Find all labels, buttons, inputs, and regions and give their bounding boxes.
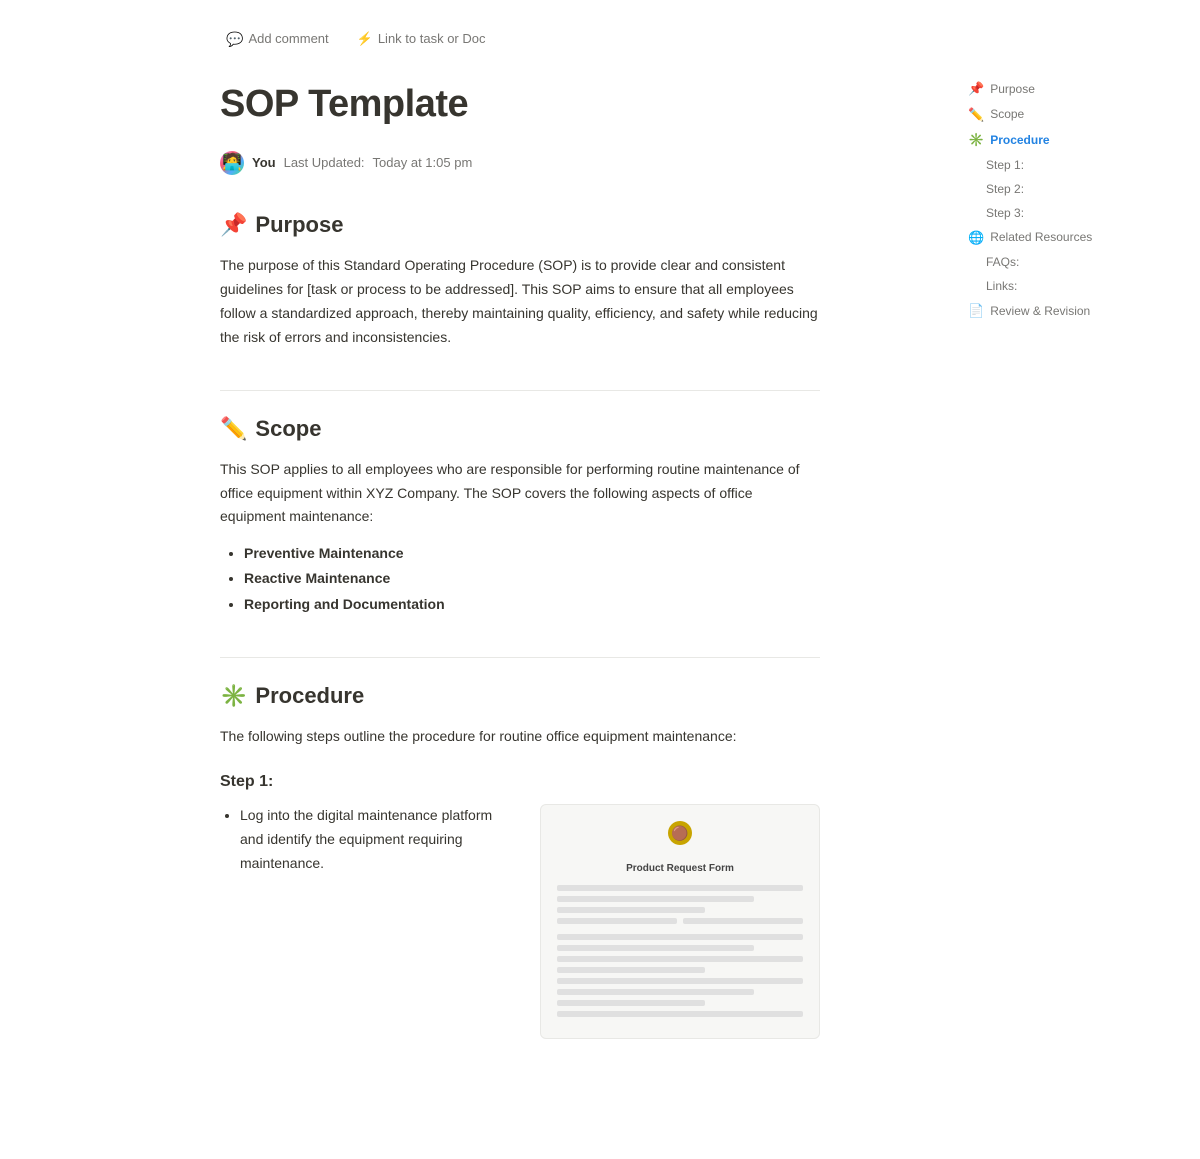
form-line <box>557 945 754 951</box>
toc-item-faqs:[interactable]: FAQs: <box>960 250 1180 274</box>
form-line <box>557 1011 803 1017</box>
toc-emoji: 📌 <box>968 79 984 99</box>
toc-emoji: 🌐 <box>968 228 984 248</box>
last-updated-value: Today at 1:05 pm <box>373 153 473 174</box>
list-item: Reactive Maintenance <box>244 566 820 591</box>
toc-label: Links: <box>986 277 1017 295</box>
toc-item-related-resources[interactable]: 🌐 Related Resources <box>960 225 1180 251</box>
toc-label: Step 1: <box>986 156 1024 174</box>
form-line <box>683 918 803 924</box>
form-line <box>557 1000 705 1006</box>
page-title: SOP Template <box>220 74 820 135</box>
step-1-text: Log into the digital maintenance platfor… <box>220 804 516 875</box>
list-item: Reporting and Documentation <box>244 592 820 617</box>
toc-label: Scope <box>990 105 1024 123</box>
divider-2 <box>220 657 820 658</box>
list-item: Preventive Maintenance <box>244 541 820 566</box>
toc-item-step-3:[interactable]: Step 3: <box>960 201 1180 225</box>
purpose-text: The purpose of this Standard Operating P… <box>220 254 820 349</box>
toc-label: Procedure <box>990 131 1049 149</box>
procedure-emoji: ✳️ <box>220 678 247 713</box>
form-row <box>557 918 803 929</box>
toc-item-scope[interactable]: ✏️ Scope <box>960 102 1180 128</box>
procedure-heading: ✳️ Procedure <box>220 678 820 713</box>
toc-item-step-2:[interactable]: Step 2: <box>960 177 1180 201</box>
scope-heading: ✏️ Scope <box>220 411 820 446</box>
form-image: 🟤 Product Request Form <box>540 804 820 1039</box>
last-updated-label: Last Updated: <box>284 153 365 174</box>
author-name: You <box>252 153 276 174</box>
procedure-intro: The following steps outline the procedur… <box>220 725 820 749</box>
scope-bullet-list: Preventive Maintenance Reactive Maintena… <box>244 541 820 617</box>
link-button[interactable]: ⚡ Link to task or Doc <box>351 25 492 54</box>
add-comment-label: Add comment <box>248 29 328 50</box>
list-item: Log into the digital maintenance platfor… <box>240 804 516 875</box>
form-line <box>557 885 803 891</box>
step-1-content: Log into the digital maintenance platfor… <box>220 804 820 1039</box>
form-line <box>557 907 705 913</box>
toc-emoji: ✏️ <box>968 105 984 125</box>
form-preview: 🟤 Product Request Form <box>541 805 819 1038</box>
link-label: Link to task or Doc <box>378 29 486 50</box>
toc-label: FAQs: <box>986 253 1019 271</box>
toc-emoji: 📄 <box>968 301 984 321</box>
toc-label: Purpose <box>990 80 1035 98</box>
table-of-contents: 📌 Purpose ✏️ Scope ✳️ Procedure Step 1: Step 2:… <box>960 60 1180 340</box>
section-purpose: 📌 Purpose The purpose of this Standard O… <box>220 207 820 349</box>
toc-item-links:[interactable]: Links: <box>960 274 1180 298</box>
add-comment-button[interactable]: 💬 Add comment <box>220 24 335 54</box>
section-scope: ✏️ Scope This SOP applies to all employe… <box>220 411 820 617</box>
form-line <box>557 989 754 995</box>
toc-item-step-1:[interactable]: Step 1: <box>960 153 1180 177</box>
toolbar: 💬 Add comment ⚡ Link to task or Doc <box>220 24 820 54</box>
toc-item-procedure[interactable]: ✳️ Procedure <box>960 127 1180 153</box>
toc-label: Related Resources <box>990 228 1092 246</box>
purpose-heading: 📌 Purpose <box>220 207 820 242</box>
section-procedure: ✳️ Procedure The following steps outline… <box>220 678 820 1040</box>
form-line <box>557 896 754 902</box>
form-line <box>557 918 677 924</box>
step-1-heading: Step 1: <box>220 769 820 795</box>
toc-label: Step 2: <box>986 180 1024 198</box>
toc-emoji: ✳️ <box>968 130 984 150</box>
toc-label: Step 3: <box>986 204 1024 222</box>
toc-item-review-&-revision[interactable]: 📄 Review & Revision <box>960 298 1180 324</box>
scope-text: This SOP applies to all employees who ar… <box>220 458 820 529</box>
form-preview-title: Product Request Form <box>557 861 803 877</box>
form-line <box>557 967 705 973</box>
main-content: 💬 Add comment ⚡ Link to task or Doc SOP … <box>0 0 900 1159</box>
divider-1 <box>220 390 820 391</box>
form-line <box>557 934 803 940</box>
purpose-emoji: 📌 <box>220 207 247 242</box>
form-icon: 🟤 <box>668 821 692 845</box>
avatar: 🧑‍💻 <box>220 151 244 175</box>
form-line <box>557 956 803 962</box>
toc-item-purpose[interactable]: 📌 Purpose <box>960 76 1180 102</box>
comment-icon: 💬 <box>226 28 243 50</box>
link-icon: ⚡ <box>357 29 373 50</box>
form-line <box>557 978 803 984</box>
author-row: 🧑‍💻 You Last Updated: Today at 1:05 pm <box>220 151 820 175</box>
toc-label: Review & Revision <box>990 302 1090 320</box>
scope-emoji: ✏️ <box>220 411 247 446</box>
